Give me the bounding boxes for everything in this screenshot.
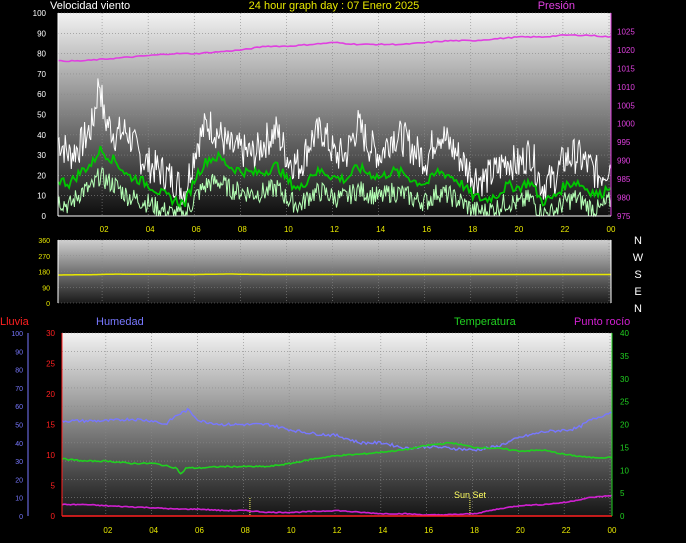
compass-label: N bbox=[634, 235, 642, 247]
y-tick-label: 70 bbox=[37, 70, 46, 79]
temp-tick-label: 5 bbox=[620, 489, 625, 498]
compass-label: N bbox=[634, 303, 642, 315]
x-tick-label: 02 bbox=[103, 526, 112, 535]
y-right-tick-label: 995 bbox=[617, 138, 631, 147]
page-title: 24 hour graph day : 07 Enero 2025 bbox=[249, 0, 420, 12]
x-tick-label: 04 bbox=[146, 225, 155, 234]
x-tick-label: 14 bbox=[378, 526, 387, 535]
pressure-label: Presión bbox=[538, 0, 575, 12]
rain-tick-label: 15 bbox=[46, 421, 55, 430]
x-tick-label: 04 bbox=[149, 526, 158, 535]
rain-tick-label: 10 bbox=[46, 451, 55, 460]
humidity-tick-label: 70 bbox=[15, 386, 23, 393]
y-right-tick-label: 975 bbox=[617, 212, 631, 221]
rain-tick-label: 25 bbox=[46, 360, 55, 369]
x-tick-label: 00 bbox=[607, 225, 616, 234]
x-tick-label: 16 bbox=[422, 225, 431, 234]
y-right-tick-label: 1025 bbox=[617, 27, 635, 36]
y-right-tick-label: 1010 bbox=[617, 83, 635, 92]
x-tick-label: 22 bbox=[560, 225, 569, 234]
compass-label: S bbox=[634, 269, 641, 281]
series-line-direction bbox=[58, 273, 611, 276]
y-tick-label: 10 bbox=[37, 192, 46, 201]
climate-panel-background bbox=[62, 333, 612, 516]
y-right-tick-label: 1020 bbox=[617, 46, 635, 55]
rain-tick-label: 30 bbox=[46, 329, 55, 338]
temp-tick-label: 10 bbox=[620, 466, 629, 475]
y-tick-label: 90 bbox=[37, 29, 46, 38]
y-tick-label: 80 bbox=[37, 50, 46, 59]
y-tick-label: 100 bbox=[33, 9, 47, 18]
rain-tick-label: 0 bbox=[51, 512, 56, 521]
y-tick-label: 20 bbox=[37, 171, 46, 180]
compass-labels: NWSEN bbox=[633, 235, 644, 315]
y-tick-label: 30 bbox=[37, 151, 46, 160]
x-tick-label: 20 bbox=[516, 526, 525, 535]
x-tick-label: 14 bbox=[376, 225, 385, 234]
x-tick-label: 06 bbox=[195, 526, 204, 535]
wind-speed-label: Velocidad viento bbox=[50, 0, 130, 12]
y-right-tick-label: 1005 bbox=[617, 101, 635, 110]
x-tick-label: 20 bbox=[514, 225, 523, 234]
x-tick-label: 10 bbox=[284, 225, 293, 234]
x-tick-label: 18 bbox=[470, 526, 479, 535]
temp-tick-label: 35 bbox=[620, 352, 629, 361]
y-right-tick-label: 1000 bbox=[617, 120, 635, 129]
dewpoint-label: Punto rocío bbox=[574, 316, 630, 328]
x-tick-label: 06 bbox=[192, 225, 201, 234]
y-right-tick-label: 980 bbox=[617, 194, 631, 203]
y-tick-label: 50 bbox=[37, 111, 46, 120]
y-tick-label: 90 bbox=[42, 285, 50, 292]
x-tick-label: 02 bbox=[100, 225, 109, 234]
sunset-label: Sun Set bbox=[454, 490, 487, 500]
humidity-tick-label: 40 bbox=[15, 441, 23, 448]
x-tick-label: 08 bbox=[238, 225, 247, 234]
direction-panel-series bbox=[58, 273, 611, 276]
humidity-label: Humedad bbox=[96, 316, 144, 328]
humidity-tick-label: 50 bbox=[15, 423, 23, 430]
temp-tick-label: 40 bbox=[620, 329, 629, 338]
y-right-tick-label: 985 bbox=[617, 175, 631, 184]
temp-tick-label: 30 bbox=[620, 375, 629, 384]
y-tick-label: 270 bbox=[38, 254, 50, 261]
x-tick-label: 00 bbox=[608, 526, 617, 535]
y-tick-label: 180 bbox=[38, 270, 50, 277]
x-tick-label: 18 bbox=[468, 225, 477, 234]
rain-tick-label: 5 bbox=[51, 482, 56, 491]
weather-graph: Velocidad viento 24 hour graph day : 07 … bbox=[0, 0, 644, 535]
y-right-tick-label: 990 bbox=[617, 157, 631, 166]
x-tick-label: 16 bbox=[424, 526, 433, 535]
y-tick-label: 40 bbox=[37, 131, 46, 140]
rain-tick-label: 20 bbox=[46, 390, 55, 399]
rain-label: Lluvia bbox=[0, 316, 30, 328]
x-tick-label: 12 bbox=[333, 526, 342, 535]
humidity-tick-label: 100 bbox=[11, 331, 23, 338]
compass-label: W bbox=[633, 252, 644, 264]
humidity-tick-label: 30 bbox=[15, 459, 23, 466]
humidity-tick-label: 10 bbox=[15, 496, 23, 503]
temp-tick-label: 20 bbox=[620, 421, 629, 430]
humidity-tick-label: 0 bbox=[19, 514, 23, 521]
y-tick-label: 0 bbox=[42, 212, 47, 221]
y-tick-label: 360 bbox=[38, 238, 50, 245]
temp-tick-label: 15 bbox=[620, 443, 629, 452]
humidity-tick-label: 60 bbox=[15, 404, 23, 411]
x-tick-label: 08 bbox=[241, 526, 250, 535]
y-tick-label: 0 bbox=[46, 301, 50, 308]
temp-tick-label: 25 bbox=[620, 398, 629, 407]
compass-label: E bbox=[634, 286, 641, 298]
temp-tick-label: 0 bbox=[620, 512, 625, 521]
humidity-tick-label: 90 bbox=[15, 349, 23, 356]
humidity-tick-label: 80 bbox=[15, 368, 23, 375]
x-tick-label: 10 bbox=[287, 526, 296, 535]
x-tick-label: 12 bbox=[330, 225, 339, 234]
y-right-tick-label: 1015 bbox=[617, 64, 635, 73]
y-tick-label: 60 bbox=[37, 90, 46, 99]
humidity-tick-label: 20 bbox=[15, 477, 23, 484]
x-tick-label: 22 bbox=[562, 526, 571, 535]
temperature-label: Temperatura bbox=[454, 316, 517, 328]
